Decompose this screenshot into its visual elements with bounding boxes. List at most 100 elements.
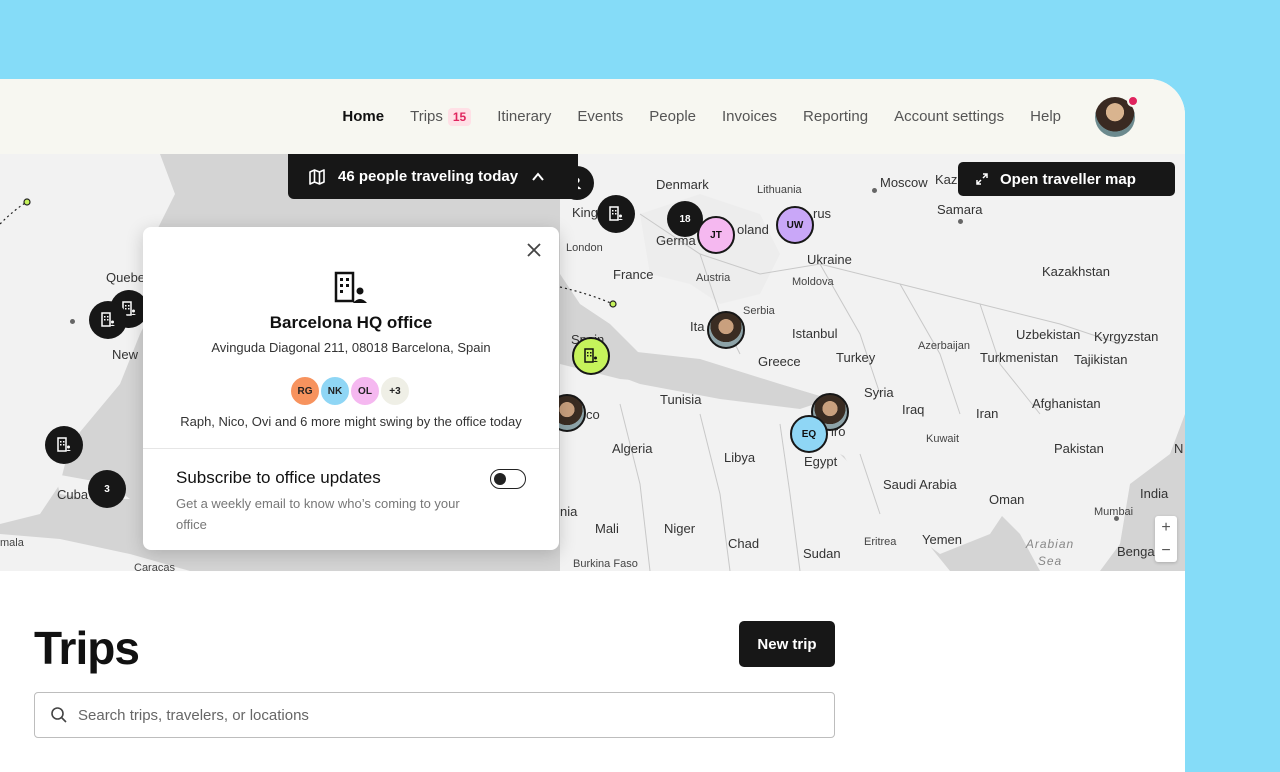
traveler-pin-eq[interactable]: EQ — [790, 415, 828, 453]
office-attendee-avatars: RG NK OL +3 — [143, 375, 559, 407]
nav-account-settings[interactable]: Account settings — [894, 108, 1004, 125]
label-turkey: Turkey — [836, 350, 876, 365]
nav-itinerary-label: Itinerary — [497, 108, 552, 125]
label-n-fragment: N — [1174, 441, 1184, 456]
label-tunisia: Tunisia — [660, 392, 702, 407]
travelers-today-toggle[interactable]: 46 people traveling today — [288, 154, 578, 199]
label-moscow: Moscow — [880, 175, 928, 190]
office-pin-barcelona[interactable] — [572, 337, 610, 375]
office-pin-london[interactable] — [597, 195, 635, 233]
open-traveller-map-button[interactable]: Open traveller map — [958, 162, 1175, 196]
label-oman: Oman — [989, 492, 1025, 507]
expand-icon — [976, 173, 988, 185]
cluster-pin-3[interactable]: 3 — [88, 470, 126, 508]
label-mumbai: Mumbai — [1094, 506, 1134, 518]
close-icon[interactable] — [527, 243, 541, 257]
label-moldova: Moldova — [792, 276, 834, 288]
label-ukraine: Ukraine — [807, 252, 852, 267]
nav-account-settings-label: Account settings — [894, 108, 1005, 125]
office-name: Barcelona HQ office — [269, 313, 433, 332]
nav-home[interactable]: Home — [342, 108, 384, 125]
nav-events-label: Events — [577, 108, 624, 125]
label-france: France — [613, 267, 654, 282]
label-turkmenistan: Turkmenistan — [980, 350, 1059, 365]
label-belarus: rus — [813, 206, 832, 221]
trips-count-badge: 15 — [447, 107, 472, 126]
nav-events[interactable]: Events — [577, 108, 623, 125]
nav-people-label: People — [649, 108, 696, 125]
trip-search-input[interactable] — [78, 706, 798, 724]
label-morocco: co — [586, 407, 600, 422]
office-pin-north-america-2[interactable] — [89, 301, 127, 339]
label-sudan: Sudan — [803, 546, 841, 561]
toggle-knob — [494, 472, 506, 485]
label-cuba: Cuba — [57, 487, 89, 502]
avatar-rg[interactable]: RG — [289, 375, 321, 407]
label-uzbekistan: Uzbekistan — [1016, 327, 1081, 342]
label-chad: Chad — [728, 536, 760, 551]
label-kyrgyzstan: Kyrgyzstan — [1094, 329, 1159, 344]
traveler-pin-jt[interactable]: JT — [697, 216, 735, 254]
label-quebec: Quebe — [106, 270, 146, 285]
office-building-icon — [101, 312, 115, 327]
label-iraq: Iraq — [902, 402, 925, 417]
travelers-today-label: 46 people traveling today — [338, 168, 519, 185]
nav-people[interactable]: People — [649, 108, 696, 125]
label-samara: Samara — [937, 202, 983, 217]
label-eritrea: Eritrea — [864, 536, 897, 548]
trips-heading: Trips — [34, 622, 140, 674]
label-yemen: Yemen — [922, 532, 962, 547]
label-pakistan: Pakistan — [1054, 441, 1104, 456]
office-building-icon — [584, 348, 598, 363]
subscribe-description: Get a weekly email to know who’s coming … — [176, 496, 460, 532]
top-header: Home Trips 15 Itinerary Events People Inv… — [0, 79, 1185, 154]
nav-itinerary[interactable]: Itinerary — [497, 108, 551, 125]
label-algeria: Algeria — [612, 441, 653, 456]
office-building-icon — [334, 271, 367, 303]
label-arabian-sea: Arabian Sea — [1025, 537, 1075, 568]
label-afghanistan: Afghanistan — [1032, 396, 1101, 411]
trip-search-box[interactable] — [34, 692, 835, 738]
nav-help[interactable]: Help — [1030, 108, 1061, 125]
office-pin-north-america-3[interactable] — [45, 426, 83, 464]
office-popup: Barcelona HQ office Avinguda Diagonal 21… — [143, 227, 559, 550]
search-icon — [51, 707, 67, 723]
city-dot-quebec — [70, 319, 75, 324]
traveler-pin-photo-italy[interactable] — [707, 311, 745, 349]
open-traveller-map-label: Open traveller map — [1000, 170, 1136, 188]
new-trip-button[interactable]: New trip — [739, 621, 835, 667]
zoom-in-button[interactable]: + — [1161, 519, 1170, 537]
label-burkina-faso: Burkina Faso — [573, 558, 638, 570]
label-caracas: Caracas — [134, 562, 175, 571]
label-london: London — [566, 242, 603, 254]
subscribe-toggle[interactable] — [490, 469, 526, 489]
label-italy: Ita — [690, 319, 705, 334]
nav-invoices[interactable]: Invoices — [722, 108, 777, 125]
nav-trips-label: Trips — [410, 108, 443, 125]
nav-trips[interactable]: Trips 15 — [410, 107, 472, 126]
avatar-ol[interactable]: OL — [349, 375, 381, 407]
label-egypt: Egypt — [804, 454, 838, 469]
label-kingdom: King — [572, 205, 599, 220]
label-austria: Austria — [696, 272, 731, 284]
nav-reporting[interactable]: Reporting — [803, 108, 868, 125]
main-nav: Home Trips 15 Itinerary Events People Inv… — [342, 79, 1185, 154]
label-istanbul: Istanbul — [792, 326, 838, 341]
office-building-icon — [609, 206, 623, 221]
avatar-nk[interactable]: NK — [319, 375, 351, 407]
label-mali: Mali — [595, 521, 619, 536]
popup-divider — [143, 448, 559, 449]
office-building-icon — [57, 437, 71, 452]
user-avatar-button[interactable] — [1095, 94, 1139, 137]
zoom-out-button[interactable]: − — [1161, 542, 1170, 560]
nav-home-label: Home — [342, 108, 385, 125]
nav-invoices-label: Invoices — [722, 108, 778, 125]
traveler-pin-uw[interactable]: UW — [776, 206, 814, 244]
label-iran: Iran — [976, 406, 999, 421]
label-mauritania: nia — [560, 504, 578, 519]
label-niger: Niger — [664, 521, 696, 536]
office-attendance-note: Raph, Nico, Ovi and 6 more might swing b… — [180, 414, 522, 429]
city-dot-moscow — [872, 188, 877, 193]
avatar-more[interactable]: +3 — [379, 375, 411, 407]
label-kaz-short: Kaz — [935, 172, 958, 187]
